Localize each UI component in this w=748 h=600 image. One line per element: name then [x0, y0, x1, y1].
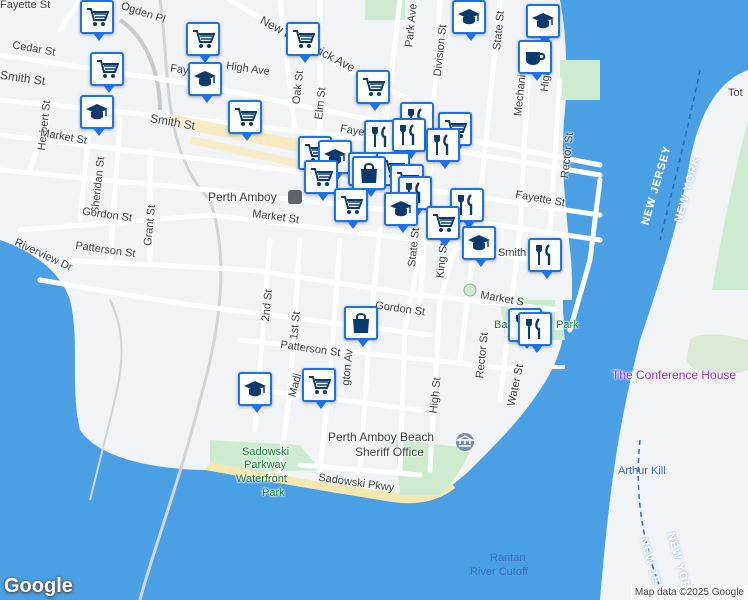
place-label-park-e: Park	[556, 319, 579, 331]
school-pin-icon[interactable]	[452, 0, 486, 41]
restaurant-pin-icon[interactable]	[518, 312, 552, 353]
place-label-beach-1: Perth Amboy Beach	[328, 430, 435, 444]
water-label-raritan-1: Raritan	[490, 552, 526, 564]
grocery-pin-icon[interactable]	[356, 70, 390, 111]
shopping-bag-pin-icon[interactable]	[344, 306, 378, 347]
place-label-park-1: Sadowski	[242, 446, 290, 458]
school-pin-icon[interactable]	[238, 372, 272, 413]
restaurant-pin-icon[interactable]	[528, 238, 562, 279]
water-label-arthur-kill: Arthur Kill	[618, 465, 666, 477]
grocery-pin-icon[interactable]	[80, 0, 114, 41]
grocery-pin-icon[interactable]	[286, 22, 320, 63]
water-label-raritan-2: River Cutoff	[470, 566, 528, 578]
place-label-beach-2: Sheriff Office	[355, 445, 424, 459]
shopping-bag-pin-icon[interactable]	[352, 156, 386, 197]
place-label-park-3: Waterfront	[236, 473, 287, 485]
grocery-pin-icon[interactable]	[426, 206, 460, 247]
street-label-fayette-nw: Fayette St	[0, 0, 51, 11]
grocery-pin-icon[interactable]	[90, 52, 124, 93]
grocery-pin-icon[interactable]	[186, 22, 220, 63]
restaurant-pin-icon[interactable]	[392, 118, 426, 159]
train-station-icon[interactable]	[288, 190, 302, 204]
place-label-park-4: Park	[262, 487, 285, 499]
school-pin-icon[interactable]	[384, 192, 418, 233]
place-label-park-2: Parkway	[244, 459, 287, 471]
grocery-pin-icon[interactable]	[302, 368, 336, 409]
restaurant-pin-icon[interactable]	[426, 128, 460, 169]
place-label-perth-amboy: Perth Amboy	[208, 190, 277, 204]
grocery-pin-icon[interactable]	[228, 100, 262, 141]
map-attribution[interactable]: Map data ©2025 Google	[630, 585, 748, 600]
school-pin-icon[interactable]	[80, 95, 114, 136]
school-pin-icon[interactable]	[526, 4, 560, 45]
place-label-park-e-prefix: Ba	[494, 319, 508, 331]
google-logo[interactable]: Google	[4, 575, 73, 598]
school-pin-icon[interactable]	[462, 226, 496, 267]
school-pin-icon[interactable]	[188, 62, 222, 103]
street-label-smith-e: Smith	[498, 247, 527, 259]
place-label-conference-house[interactable]: The Conference House	[612, 369, 736, 381]
grocery-pin-icon[interactable]	[304, 160, 338, 201]
cafe-pin-icon[interactable]	[518, 40, 552, 81]
place-label-tot: Tot	[728, 87, 743, 99]
grocery-pin-icon[interactable]	[334, 188, 368, 229]
